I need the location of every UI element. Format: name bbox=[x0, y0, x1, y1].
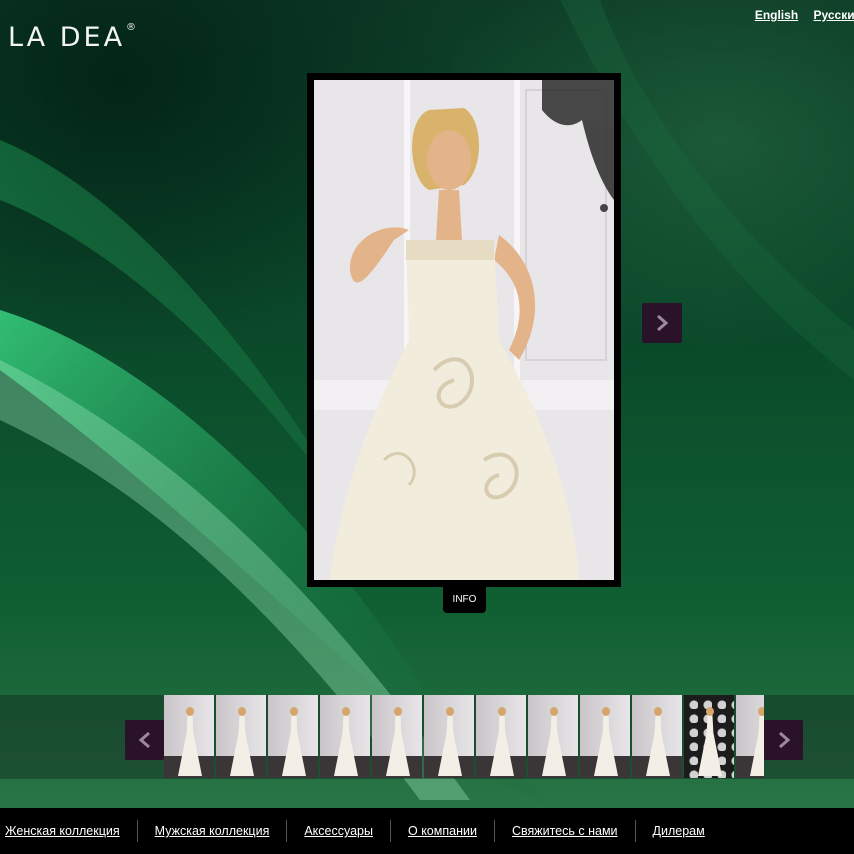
dress-figure bbox=[282, 714, 306, 776]
dress-figure bbox=[230, 714, 254, 776]
info-button[interactable]: INFO bbox=[443, 587, 486, 613]
dress-figure bbox=[750, 714, 764, 776]
nav-divider bbox=[493, 820, 495, 842]
dress-figure bbox=[386, 714, 410, 776]
dress-figure bbox=[438, 714, 462, 776]
lang-english-link[interactable]: English bbox=[755, 8, 798, 22]
model-head bbox=[550, 707, 558, 716]
thumbnail-item[interactable] bbox=[736, 695, 764, 778]
logo-text: LA DEA bbox=[8, 22, 126, 53]
model-head bbox=[706, 707, 714, 716]
model-head bbox=[342, 707, 350, 716]
nav-dealers[interactable]: Дилерам bbox=[653, 824, 705, 838]
thumbnail-item[interactable] bbox=[268, 695, 318, 778]
footer-nav: Женская коллекция Мужская коллекция Аксе… bbox=[0, 808, 854, 854]
nav-accessories[interactable]: Аксессуары bbox=[304, 824, 373, 838]
chevron-right-icon bbox=[657, 314, 669, 332]
lang-russian-link[interactable]: Русский bbox=[814, 8, 854, 22]
thumbnails-next-button[interactable] bbox=[764, 720, 803, 760]
chevron-left-icon bbox=[138, 731, 150, 749]
nav-about-company[interactable]: О компании bbox=[408, 824, 477, 838]
model-head bbox=[238, 707, 246, 716]
nav-contact-us[interactable]: Свяжитесь с нами bbox=[512, 824, 618, 838]
model-head bbox=[446, 707, 454, 716]
thumbnails-prev-button[interactable] bbox=[125, 720, 164, 760]
thumbnail-item[interactable] bbox=[684, 695, 734, 778]
thumbnail-item[interactable] bbox=[424, 695, 474, 778]
model-head bbox=[758, 707, 764, 716]
nav-men-collection[interactable]: Мужская коллекция bbox=[155, 824, 270, 838]
model-head bbox=[498, 707, 506, 716]
thumbnail-item[interactable] bbox=[372, 695, 422, 778]
dress-figure bbox=[646, 714, 670, 776]
next-photo-button[interactable] bbox=[642, 303, 682, 343]
thumbnail-item[interactable] bbox=[476, 695, 526, 778]
dress-figure bbox=[490, 714, 514, 776]
nav-divider bbox=[136, 820, 138, 842]
model-head bbox=[290, 707, 298, 716]
main-photo-frame bbox=[307, 73, 621, 587]
language-switcher: English Русский bbox=[743, 8, 854, 22]
thumbnail-item[interactable] bbox=[164, 695, 214, 778]
nav-women-collection[interactable]: Женская коллекция bbox=[5, 824, 120, 838]
dress-figure bbox=[334, 714, 358, 776]
model-head bbox=[394, 707, 402, 716]
model-head bbox=[654, 707, 662, 716]
nav-divider bbox=[390, 820, 391, 842]
dress-figure bbox=[594, 714, 618, 776]
thumbnail-item[interactable] bbox=[632, 695, 682, 778]
main-dress-photo bbox=[314, 80, 614, 580]
model-head bbox=[186, 707, 194, 716]
thumbnail-item[interactable] bbox=[216, 695, 266, 778]
thumbnail-item[interactable] bbox=[580, 695, 630, 778]
brand-logo[interactable]: LA DEA® bbox=[8, 22, 139, 53]
nav-divider bbox=[286, 820, 288, 842]
dress-figure bbox=[542, 714, 566, 776]
registered-mark: ® bbox=[126, 22, 140, 33]
model-head bbox=[602, 707, 610, 716]
thumbnail-item[interactable] bbox=[320, 695, 370, 778]
dress-illustration bbox=[314, 80, 614, 580]
dress-figure bbox=[178, 714, 202, 776]
thumbnail-strip bbox=[164, 695, 764, 778]
chevron-right-icon bbox=[778, 731, 790, 749]
thumbnail-item[interactable] bbox=[528, 695, 578, 778]
nav-divider bbox=[634, 820, 636, 842]
